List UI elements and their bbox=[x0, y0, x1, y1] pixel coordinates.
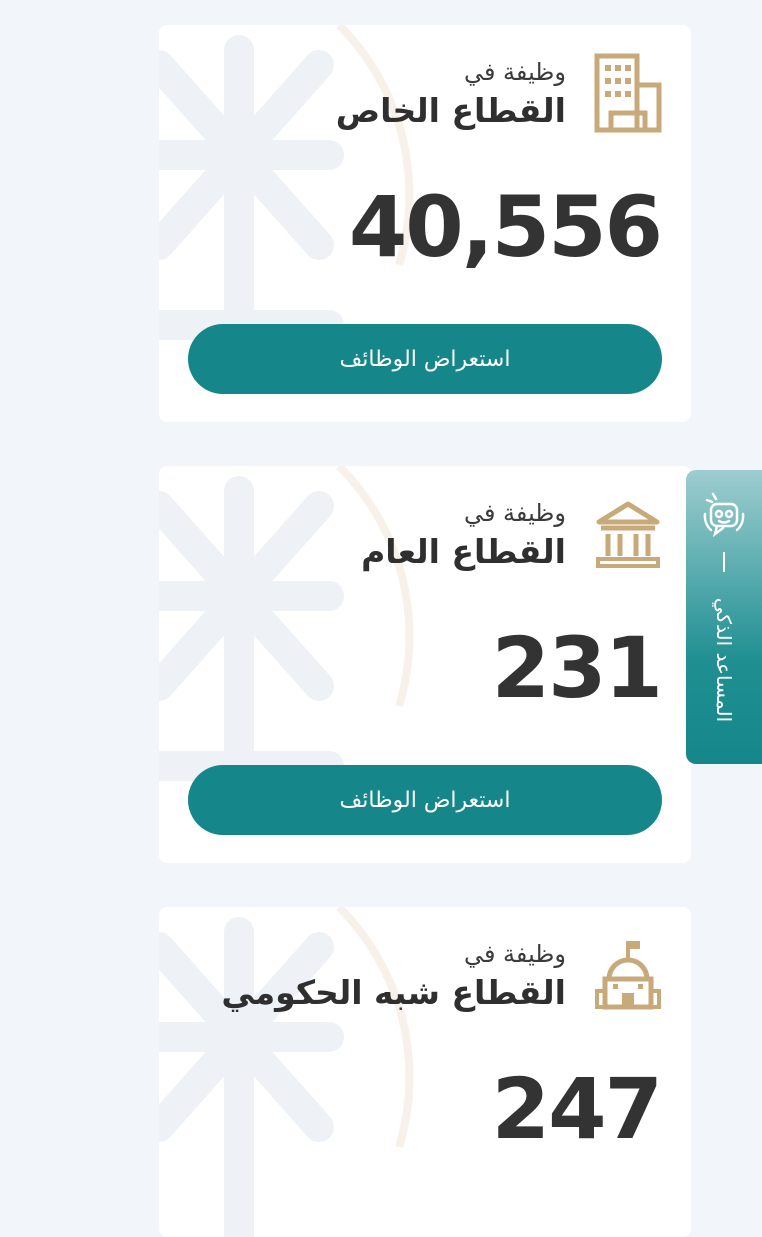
job-count: 231 bbox=[491, 619, 663, 717]
private-sector-card: وظيفة في القطاع الخاص 40,556 استعراض الو… bbox=[159, 25, 691, 422]
semi-government-building-icon bbox=[595, 941, 661, 1010]
view-jobs-button[interactable]: استعراض الوظائف bbox=[188, 765, 662, 835]
smart-assistant-tab[interactable]: المساعد الذكي bbox=[686, 470, 762, 764]
view-jobs-button[interactable]: استعراض الوظائف bbox=[188, 324, 662, 394]
office-building-icon bbox=[594, 53, 662, 133]
card-title: القطاع شبه الحكومي bbox=[221, 973, 566, 1012]
assistant-divider bbox=[723, 552, 725, 572]
robot-icon bbox=[703, 492, 745, 538]
card-subtitle: وظيفة في bbox=[463, 499, 566, 527]
job-count: 40,556 bbox=[348, 178, 663, 276]
watermark-icon bbox=[159, 907, 414, 1237]
card-subtitle: وظيفة في bbox=[463, 940, 566, 968]
assistant-label: المساعد الذكي bbox=[712, 597, 736, 723]
public-sector-card: وظيفة في القطاع العام 231 استعراض الوظائ… bbox=[159, 466, 691, 863]
government-building-icon bbox=[596, 501, 660, 568]
card-subtitle: وظيفة في bbox=[463, 58, 566, 86]
semi-government-sector-card: وظيفة في القطاع شبه الحكومي 247 bbox=[159, 907, 691, 1237]
card-title: القطاع العام bbox=[361, 532, 566, 571]
card-title: القطاع الخاص bbox=[335, 91, 566, 130]
job-count: 247 bbox=[491, 1060, 663, 1158]
